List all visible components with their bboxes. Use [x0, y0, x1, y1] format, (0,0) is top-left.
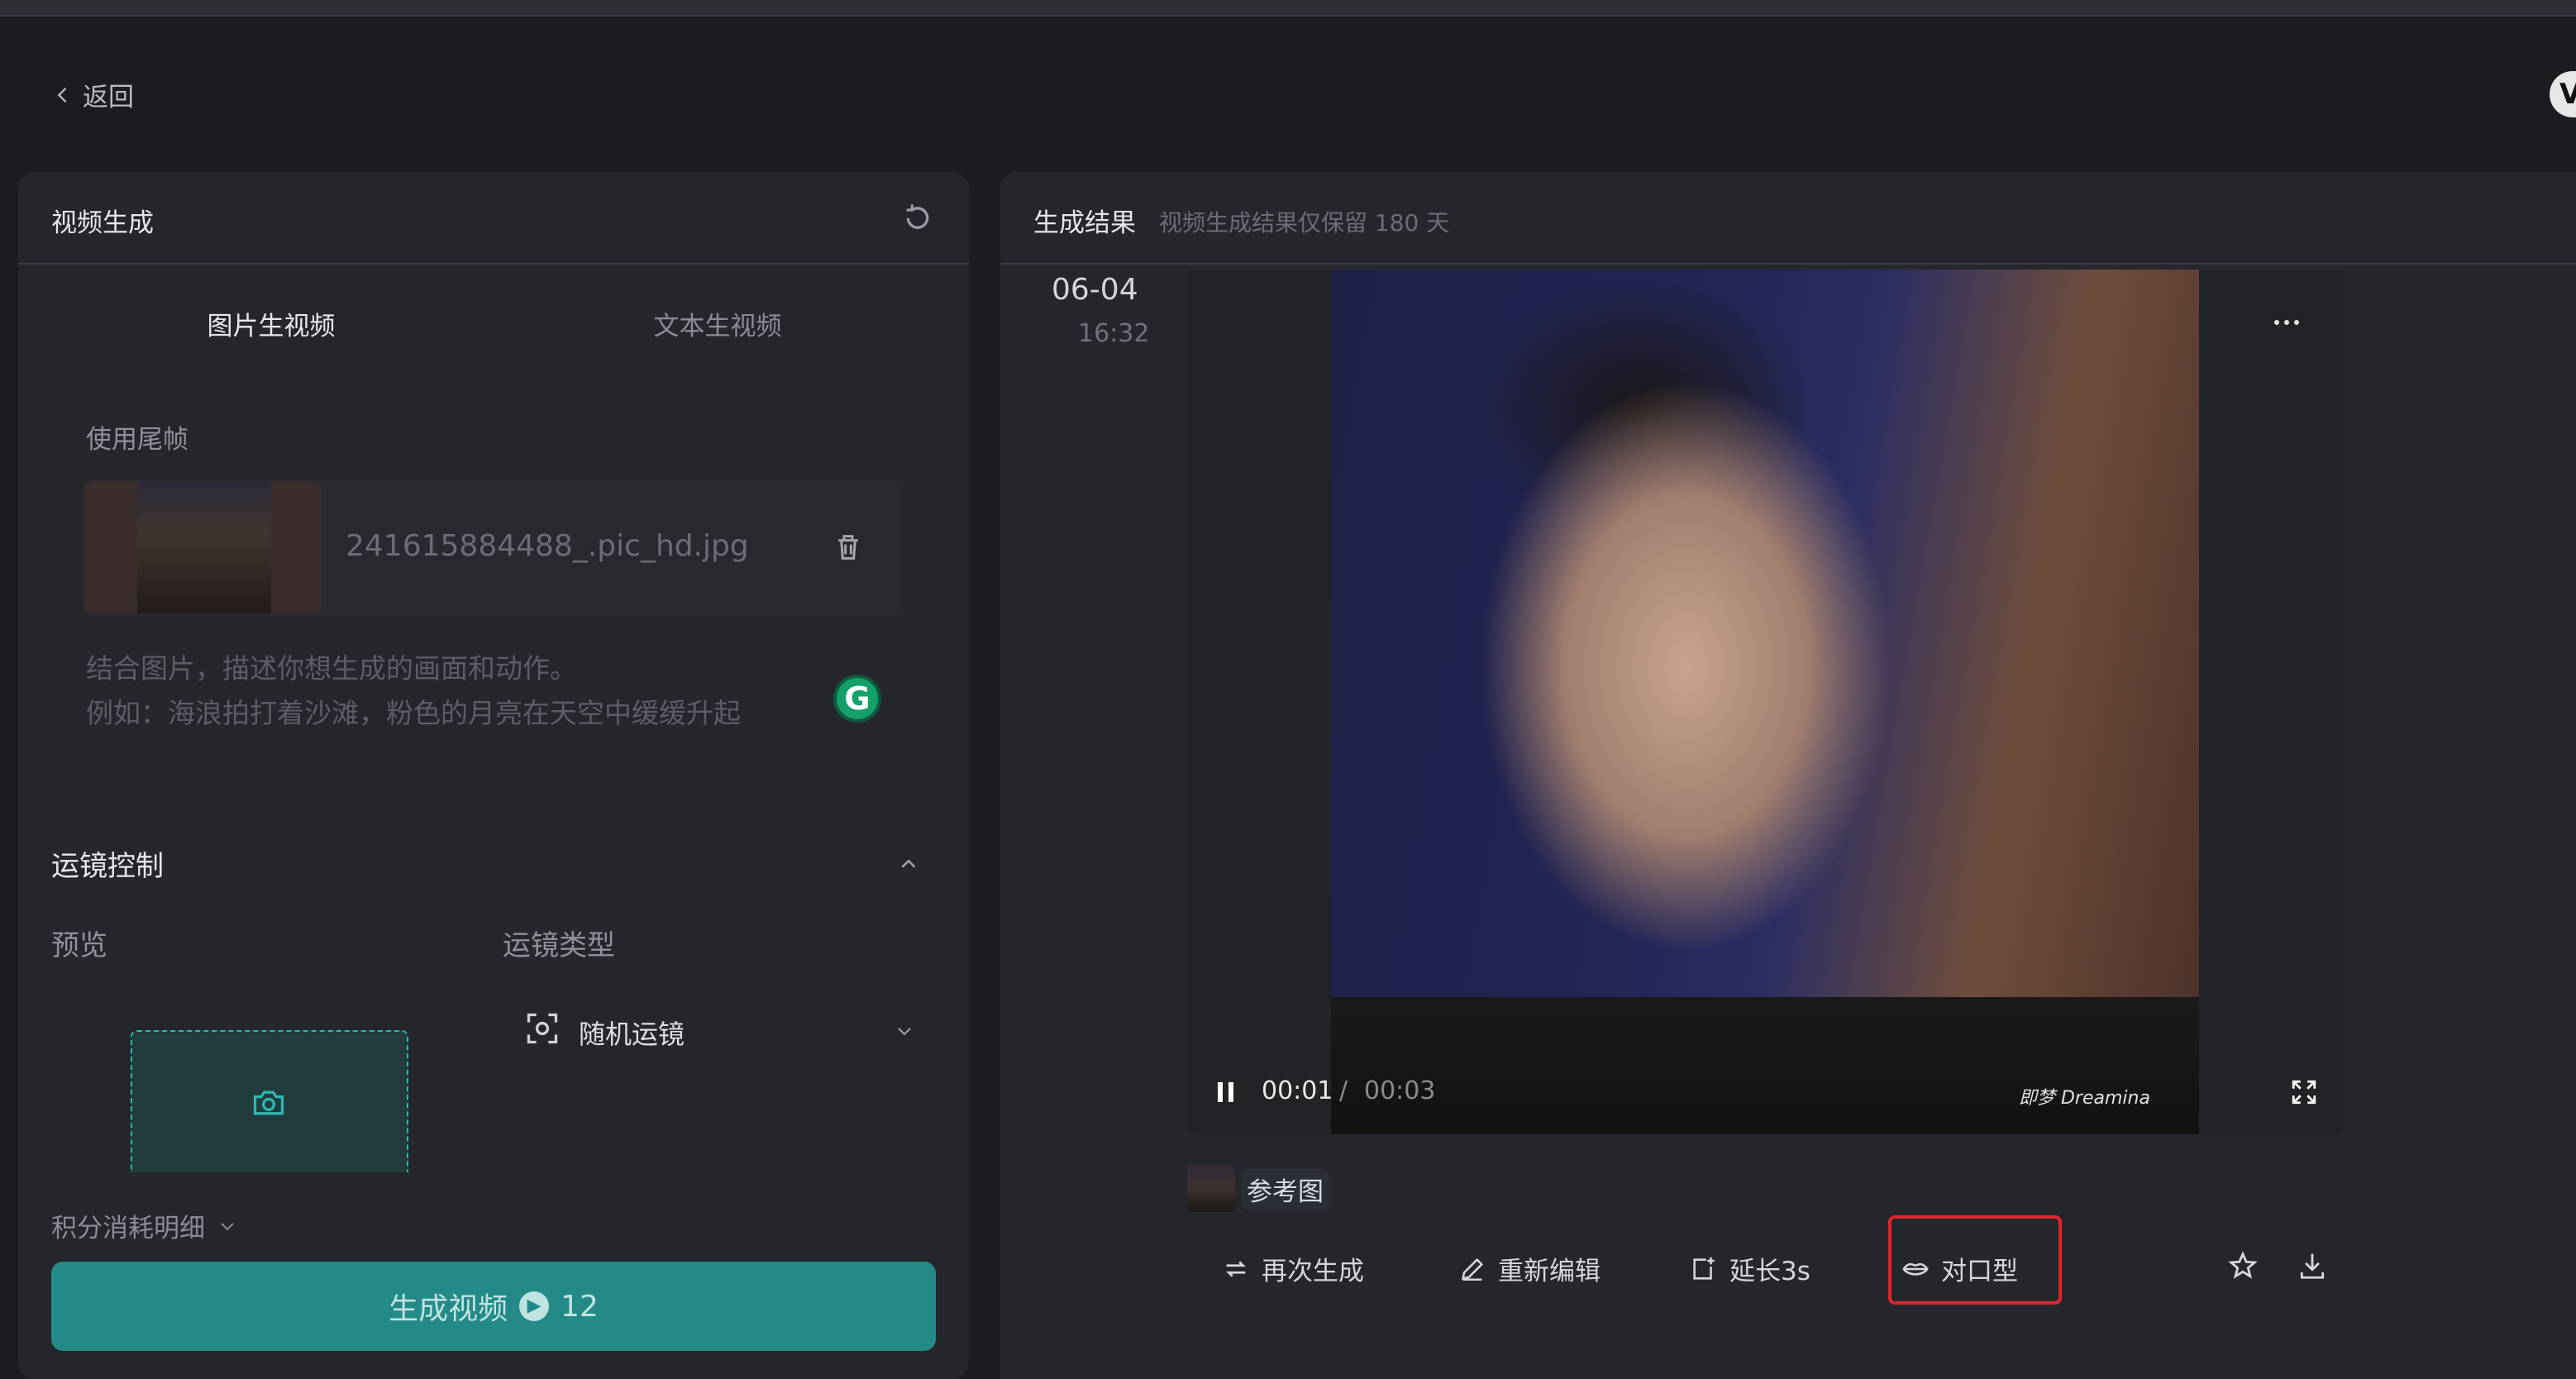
- regenerate-icon: [1226, 1260, 1246, 1277]
- user-avatar[interactable]: V: [2550, 71, 2576, 117]
- credits-detail-toggle[interactable]: 积分消耗明细: [51, 1207, 240, 1244]
- chevron-down-icon: [221, 1222, 234, 1230]
- video-frame-shirt: [1331, 997, 2199, 1134]
- credits-label: 积分消耗明细: [51, 1214, 205, 1243]
- camera-type-value: 随机运镜: [579, 1019, 685, 1050]
- video-current-time: 00:01: [1262, 1076, 1333, 1105]
- result-date: 06-04: [1052, 273, 1138, 307]
- edit-icon: [1462, 1257, 1484, 1281]
- fullscreen-icon[interactable]: [2290, 1078, 2318, 1106]
- generate-video-button[interactable]: 生成视频 ▶ 12: [51, 1262, 936, 1351]
- reference-thumbnail[interactable]: [1187, 1164, 1235, 1212]
- tail-frame-label: 使用尾帧: [86, 425, 188, 455]
- dreamina-watermark: 即梦 Dreamina: [2019, 1088, 2150, 1109]
- mode-tabs: 图片生视频 文本生视频: [48, 291, 941, 362]
- pause-icon[interactable]: [1215, 1080, 1237, 1105]
- video-total-time: 00:03: [1364, 1076, 1436, 1105]
- extend-button[interactable]: 延长3s: [1690, 1250, 1810, 1287]
- tab-image-to-video[interactable]: 图片生视频: [48, 291, 494, 362]
- panel-title: 视频生成: [51, 208, 154, 238]
- credit-coin-icon: ▶: [519, 1291, 550, 1321]
- reference-label[interactable]: 参考图: [1242, 1169, 1329, 1210]
- chevron-down-icon: [898, 1028, 911, 1036]
- re-edit-label: 重新编辑: [1498, 1257, 1600, 1286]
- extend-label: 延长3s: [1729, 1257, 1810, 1286]
- re-edit-button[interactable]: 重新编辑: [1458, 1250, 1600, 1287]
- camera-focus-icon: [527, 1013, 558, 1044]
- refresh-icon[interactable]: [901, 202, 934, 235]
- back-label: 返回: [83, 83, 134, 112]
- left-panel-header: [18, 172, 969, 265]
- file-name: 241615884488_.pic_hd.jpg: [346, 529, 749, 563]
- uploaded-image-thumbnail[interactable]: [84, 481, 321, 613]
- generate-cost: 12: [561, 1289, 599, 1324]
- results-title: 生成结果: [1033, 208, 1136, 238]
- camera-type-label: 运镜类型: [503, 929, 615, 962]
- tab-text-to-video[interactable]: 文本生视频: [494, 291, 941, 362]
- more-options-icon[interactable]: [2270, 314, 2303, 331]
- regenerate-label: 再次生成: [1262, 1257, 1364, 1286]
- window-top-strip: [0, 0, 2576, 17]
- preview-label: 预览: [51, 929, 107, 962]
- chevron-left-icon: [57, 87, 67, 103]
- camera-icon: [253, 1090, 284, 1115]
- grammarly-icon[interactable]: G: [833, 675, 881, 723]
- trash-icon[interactable]: [832, 529, 865, 565]
- results-subtitle: 视频生成结果仅保留 180 天: [1159, 209, 1450, 236]
- back-button[interactable]: 返回: [51, 76, 134, 113]
- generate-label: 生成视频: [389, 1292, 508, 1326]
- prompt-input[interactable]: 结合图片，描述你想生成的画面和动作。 例如：海浪拍打着沙滩，粉色的月亮在天空中缓…: [86, 647, 880, 736]
- prompt-placeholder-line2: 例如：海浪拍打着沙滩，粉色的月亮在天空中缓缓升起: [86, 697, 741, 729]
- regenerate-button[interactable]: 再次生成: [1222, 1250, 1364, 1287]
- thumbnail-portrait: [137, 481, 271, 613]
- camera-type-select[interactable]: [501, 992, 931, 1066]
- video-player[interactable]: [1187, 270, 2345, 1134]
- extend-icon: [1693, 1257, 1715, 1280]
- star-icon[interactable]: [2227, 1250, 2259, 1281]
- chevron-up-icon[interactable]: [896, 852, 921, 876]
- camera-control-title: 运镜控制: [51, 850, 164, 883]
- result-time: 16:32: [1078, 319, 1150, 348]
- lip-sync-highlight: [1888, 1215, 2062, 1305]
- video-time-separator: /: [1339, 1076, 1348, 1105]
- prompt-placeholder-line1: 结合图片，描述你想生成的画面和动作。: [86, 652, 577, 685]
- download-icon[interactable]: [2297, 1250, 2328, 1281]
